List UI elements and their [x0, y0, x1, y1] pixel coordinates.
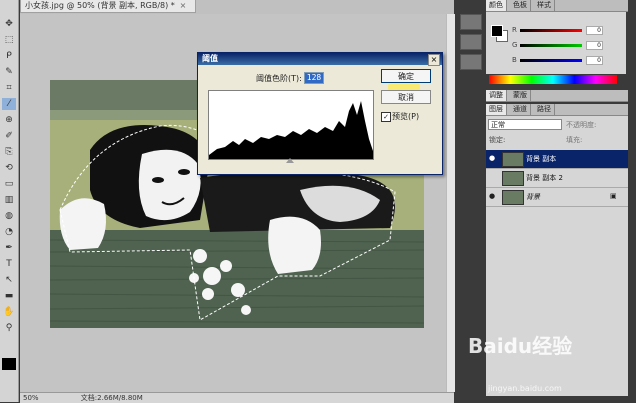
brush-tool-icon[interactable]: ✐ — [2, 130, 16, 142]
document-tab[interactable]: 小女孩.jpg @ 50% (背景 副本, RGB/8) * — [20, 0, 196, 13]
lock-label: 锁定: — [489, 136, 506, 144]
marquee-tool-icon[interactable]: ⬚ — [2, 34, 16, 46]
layers-panel-header: 图层 通道 路径 — [486, 104, 628, 116]
layer-thumbnail — [502, 190, 524, 205]
preview-checkbox[interactable]: ✓ — [381, 112, 391, 122]
blend-mode-select[interactable]: 正常 — [488, 119, 562, 130]
photo-right-hand — [268, 216, 321, 274]
eye-icon-hidden[interactable] — [488, 173, 496, 181]
dodge-tool-icon[interactable]: ◔ — [2, 226, 16, 238]
tab-layers[interactable]: 图层 — [486, 104, 507, 115]
move-tool-icon[interactable]: ✥ — [2, 18, 16, 30]
green-value[interactable]: 0 — [586, 41, 603, 50]
dialog-close-icon[interactable]: × — [428, 54, 440, 66]
threshold-slider-handle[interactable] — [286, 158, 294, 163]
blue-value[interactable]: 0 — [586, 56, 603, 65]
document-close-icon[interactable]: × — [178, 0, 188, 12]
tab-paths[interactable]: 路径 — [534, 104, 555, 115]
gradient-tool-icon[interactable]: ▥ — [2, 194, 16, 206]
eye-icon[interactable]: ● — [488, 154, 496, 162]
tab-adjustments[interactable]: 调整 — [486, 90, 507, 101]
foreground-color-swatch[interactable] — [491, 25, 503, 37]
layer-name: 背景 — [526, 193, 540, 201]
preview-label: 预览(P) — [392, 112, 420, 121]
cancel-button[interactable]: 取消 — [381, 90, 431, 104]
blur-tool-icon[interactable]: ◍ — [2, 210, 16, 222]
dialog-title[interactable]: 阈值 — [198, 53, 442, 65]
type-tool-icon[interactable]: T — [2, 258, 16, 270]
tab-styles[interactable]: 样式 — [534, 0, 555, 11]
toolbar-foreground-swatch[interactable] — [2, 358, 16, 370]
red-slider[interactable] — [520, 29, 582, 32]
layer-thumbnail — [502, 171, 524, 186]
red-label: R — [512, 26, 517, 34]
layer-row-bg-copy[interactable]: ● 背景 副本 — [486, 150, 628, 169]
watermark-url: jingyan.baidu.com — [488, 384, 562, 393]
clone-tool-icon[interactable]: ⎘ — [2, 146, 16, 158]
pen-tool-icon[interactable]: ✒ — [2, 242, 16, 254]
zoom-level[interactable]: 50% — [23, 394, 39, 402]
tools-panel: ✥ ⬚ ᑭ ✎ ⌗ ⁄ ⊕ ✐ ⎘ ⟲ ▭ ▥ ◍ ◔ ✒ T ↖ ▬ ✋ ⚲ — [0, 0, 19, 402]
status-bar: 50% 文档:2.66M/8.80M — [20, 392, 454, 403]
panel-strip-styles-icon[interactable] — [460, 54, 482, 70]
eye-icon[interactable]: ● — [488, 192, 496, 200]
green-slider[interactable] — [520, 44, 582, 47]
histogram — [208, 90, 374, 160]
healing-tool-icon[interactable]: ⊕ — [2, 114, 16, 126]
fill-label: 填充: — [566, 136, 583, 144]
history-brush-tool-icon[interactable]: ⟲ — [2, 162, 16, 174]
tab-color[interactable]: 颜色 — [486, 0, 507, 11]
lock-icon: ▣ — [610, 192, 617, 200]
tab-masks[interactable]: 蒙版 — [510, 90, 531, 101]
layer-row-bg-copy-2[interactable]: 背景 副本 2 — [486, 169, 628, 188]
lasso-tool-icon[interactable]: ᑭ — [2, 50, 16, 62]
path-select-tool-icon[interactable]: ↖ — [2, 274, 16, 286]
blue-slider[interactable] — [520, 59, 582, 62]
blue-label: B — [512, 56, 517, 64]
zoom-tool-icon[interactable]: ⚲ — [2, 322, 16, 334]
eraser-tool-icon[interactable]: ▭ — [2, 178, 16, 190]
photo-left-hand — [59, 198, 106, 250]
threshold-dialog: 阈值 × 阈值色阶(T): 确定 取消 ✓ 预览(P) — [197, 52, 443, 175]
eyedropper-tool-icon[interactable]: ⁄ — [2, 98, 16, 110]
tab-swatches[interactable]: 色板 — [510, 0, 531, 11]
color-spectrum[interactable] — [489, 75, 617, 84]
panel-strip-swatches-icon[interactable] — [460, 34, 482, 50]
panel-strip-color-icon[interactable] — [460, 14, 482, 30]
doc-size: 文档:2.66M/8.80M — [80, 394, 143, 402]
layer-name: 背景 副本 — [526, 155, 557, 163]
red-value[interactable]: 0 — [586, 26, 603, 35]
shape-tool-icon[interactable]: ▬ — [2, 290, 16, 302]
watermark-logo: Baidu经验 — [468, 334, 573, 358]
histogram-graph — [209, 101, 373, 159]
layer-row-background[interactable]: ● 背景 ▣ — [486, 188, 628, 207]
ok-button[interactable]: 确定 — [381, 69, 431, 83]
hand-tool-icon[interactable]: ✋ — [2, 306, 16, 318]
layer-name: 背景 副本 2 — [526, 174, 563, 182]
adjustments-panel-header: 调整 蒙版 — [486, 90, 628, 102]
color-panel-header: 颜色 色板 样式 — [486, 0, 628, 12]
color-panel — [486, 12, 626, 74]
layer-thumbnail — [502, 152, 524, 167]
vertical-scrollbar[interactable] — [446, 14, 455, 392]
opacity-label: 不透明度: — [566, 121, 597, 129]
threshold-level-label: 阈值色阶(T): — [256, 74, 302, 83]
threshold-level-input[interactable] — [304, 72, 324, 84]
photo-face — [138, 149, 201, 221]
green-label: G — [512, 41, 518, 49]
tab-channels[interactable]: 通道 — [510, 104, 531, 115]
quick-select-tool-icon[interactable]: ✎ — [2, 66, 16, 78]
crop-tool-icon[interactable]: ⌗ — [2, 82, 16, 94]
